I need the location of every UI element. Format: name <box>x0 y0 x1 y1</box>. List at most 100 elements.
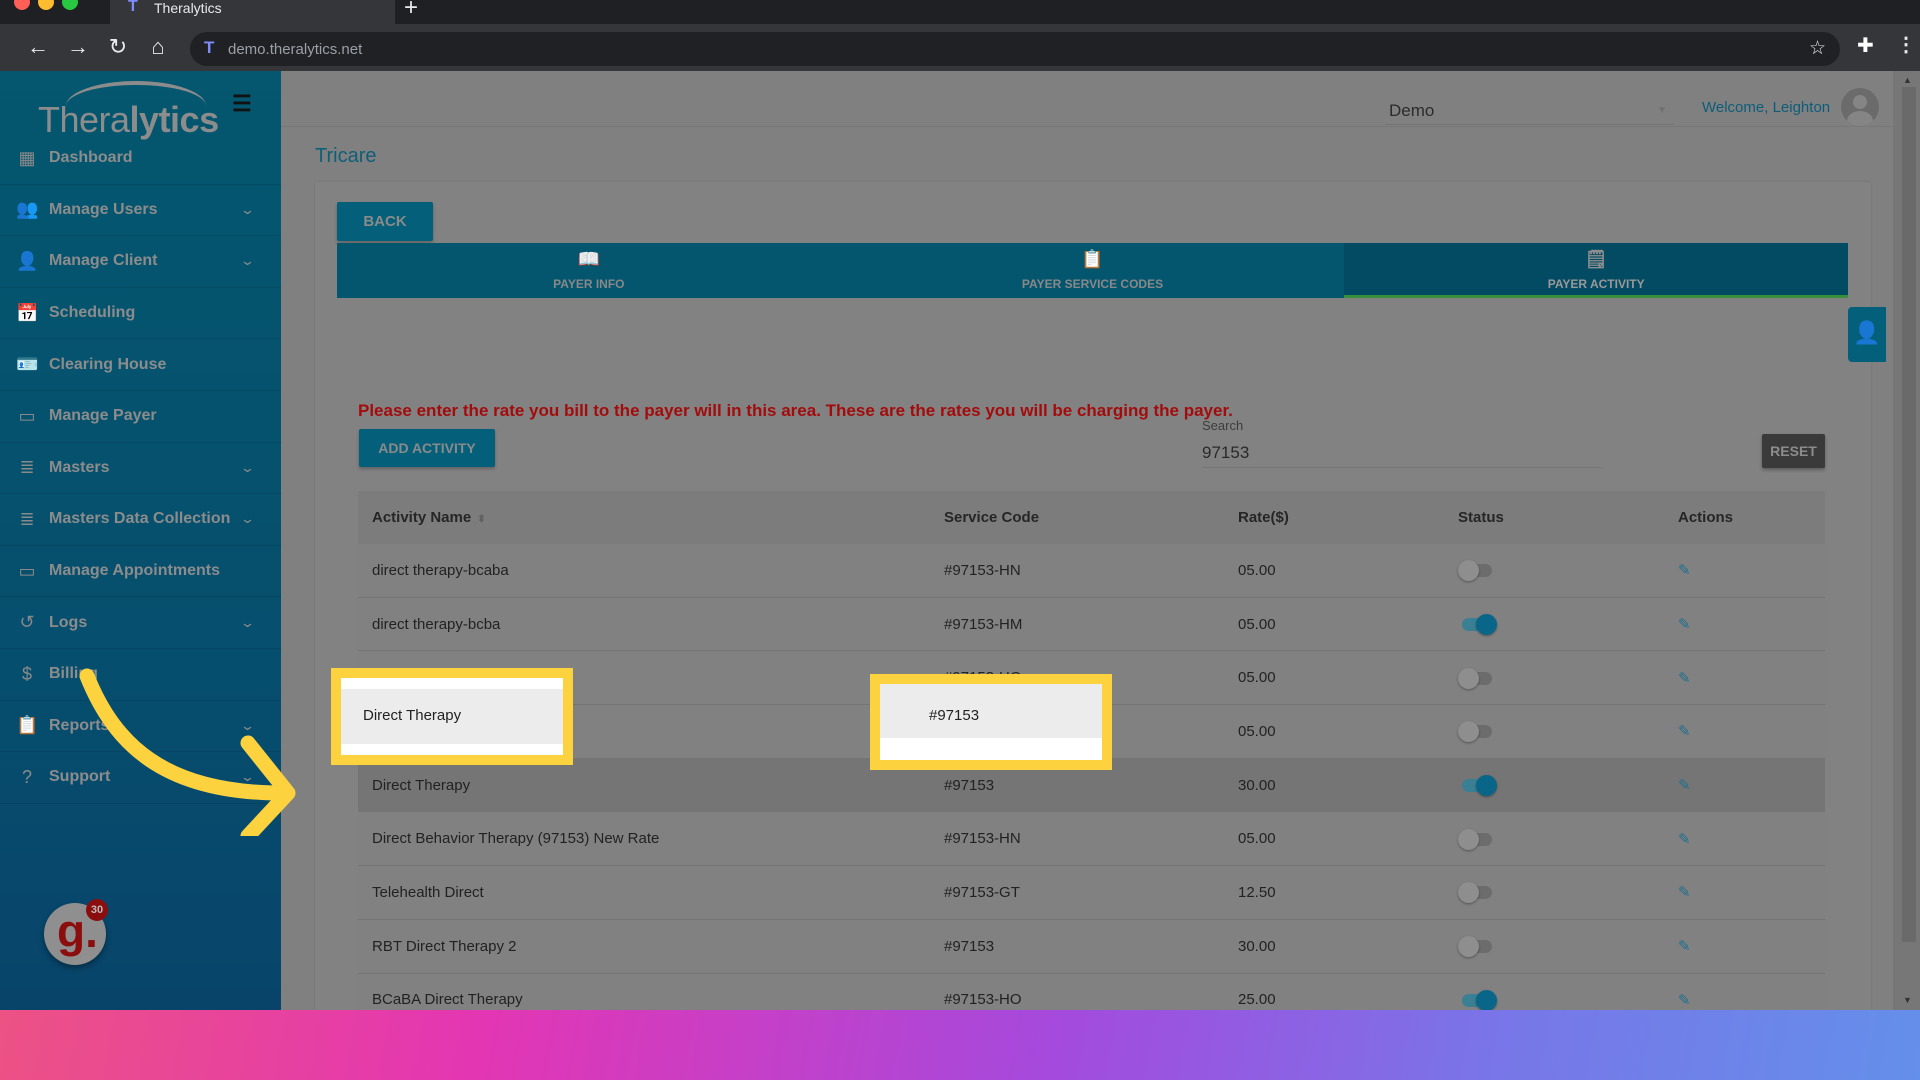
browser-tab[interactable]: T Theralytics <box>110 0 395 24</box>
cell-service-code: #97153 <box>944 776 995 794</box>
scrollbar-thumb[interactable] <box>1902 87 1916 942</box>
tenant-select-value: Demo <box>1389 101 1435 120</box>
bookmark-star-icon[interactable]: ☆ <box>1809 37 1826 60</box>
cell-activity-name: Telehealth Direct <box>372 883 484 901</box>
cell-activity-name: Direct Behavior Therapy (97153) New Rate <box>372 830 660 848</box>
edit-icon[interactable]: ✎ <box>1678 831 1691 848</box>
sidebar-item-label: Dashboard <box>49 149 133 167</box>
browser-tab-strip: T Theralytics + <box>0 0 1920 24</box>
user-avatar[interactable] <box>1841 88 1879 126</box>
sidebar-item-logs[interactable]: ↺ Logs ⌄ <box>0 597 281 649</box>
edit-icon[interactable]: ✎ <box>1678 992 1691 1009</box>
side-user-panel-button[interactable]: 👤 <box>1848 307 1886 362</box>
add-activity-button[interactable]: ADD ACTIVITY <box>359 429 495 467</box>
cell-rate: 05.00 <box>1238 830 1276 848</box>
forward-arrow-icon[interactable]: → <box>64 34 92 60</box>
database-icon: ≣ <box>19 508 35 529</box>
back-button[interactable]: BACK <box>337 202 433 241</box>
search-input[interactable] <box>1202 438 1602 468</box>
highlight-box-service-code: #97153 <box>870 674 1112 770</box>
new-tab-button[interactable]: + <box>404 0 418 22</box>
clipboard-icon: 📋 <box>16 715 39 736</box>
edit-icon[interactable]: ✎ <box>1678 723 1691 740</box>
cell-rate: 25.00 <box>1238 991 1276 1009</box>
app-viewport: Theralytics ☰ ▦ Dashboard 👥 Manage Users ⌄ … <box>0 71 1920 1010</box>
table-row: direct therapy-bcaba #97153-HN 05.00 ✎ <box>358 544 1825 598</box>
reload-icon[interactable]: ↻ <box>104 34 132 60</box>
sidebar-item-label: Masters <box>49 458 110 476</box>
status-toggle[interactable] <box>1458 934 1496 958</box>
sidebar-item-manage-client[interactable]: 👤 Manage Client ⌄ <box>0 236 281 288</box>
status-toggle[interactable] <box>1458 558 1496 582</box>
sidebar-item-masters-data-collection[interactable]: ≣ Masters Data Collection ⌄ <box>0 494 281 546</box>
sort-icon[interactable]: ⬍ <box>477 514 485 525</box>
scroll-up-arrow-icon[interactable]: ▲ <box>1903 75 1912 85</box>
sidebar-item-label: Scheduling <box>49 304 136 322</box>
decorative-gradient-footer <box>0 1010 1920 1080</box>
cell-activity-name: RBT Direct Therapy 2 <box>372 937 517 955</box>
edit-icon[interactable]: ✎ <box>1678 938 1691 955</box>
status-toggle[interactable] <box>1458 988 1497 1010</box>
payer-card: BACK 📖 PAYER INFO 📋 PAYER SERVICE CODES … <box>315 182 1871 1010</box>
edit-icon[interactable]: ✎ <box>1678 777 1691 794</box>
dollar-icon: $ <box>21 663 32 684</box>
address-bar[interactable]: T demo.theralytics.net ☆ <box>190 32 1840 66</box>
status-toggle[interactable] <box>1458 666 1496 690</box>
window-minimize-button[interactable] <box>38 0 54 10</box>
sidebar-item-manage-payer[interactable]: ▭ Manage Payer <box>0 391 281 443</box>
scroll-down-arrow-icon[interactable]: ▼ <box>1903 995 1912 1005</box>
table-body: direct therapy-bcaba #97153-HN 05.00 ✎ direc… <box>358 544 1825 1010</box>
status-toggle[interactable] <box>1458 612 1497 636</box>
column-header-activity-name[interactable]: Activity Name ⬍ <box>358 509 944 526</box>
sidebar-item-masters[interactable]: ≣ Masters ⌄ <box>0 443 281 495</box>
sidebar-item-manage-users[interactable]: 👥 Manage Users ⌄ <box>0 185 281 237</box>
favicon-icon: T <box>128 0 138 15</box>
status-toggle[interactable] <box>1458 773 1497 797</box>
cell-service-code: #97153-HM <box>944 615 1023 633</box>
reset-button[interactable]: RESET <box>1762 434 1825 468</box>
theralytics-logo[interactable]: Theralytics <box>38 79 228 141</box>
site-favicon-icon: T <box>204 38 215 57</box>
page-scrollbar[interactable]: ▲ ▼ <box>1893 71 1920 1010</box>
welcome-user-link[interactable]: Welcome, Leighton <box>1702 99 1830 116</box>
column-header-rate: Rate($) <box>1238 509 1289 526</box>
back-arrow-icon[interactable]: ← <box>24 34 52 60</box>
chevron-down-icon: ⌄ <box>239 459 256 475</box>
extensions-puzzle-icon[interactable]: ✚ <box>1857 33 1874 58</box>
tab-payer-info[interactable]: 📖 PAYER INFO <box>337 243 841 298</box>
browser-menu-icon[interactable]: ⋮ <box>1896 32 1916 57</box>
cell-activity-name: direct therapy-bcaba <box>372 561 509 579</box>
browser-toolbar: ← → ↻ ⌂ T demo.theralytics.net ☆ <box>0 24 1920 71</box>
dashboard-icon: ▦ <box>18 147 36 168</box>
tab-payer-activity[interactable]: 🗒 PAYER ACTIVITY <box>1344 243 1849 298</box>
home-icon[interactable]: ⌂ <box>144 34 172 60</box>
url-text[interactable]: demo.theralytics.net <box>228 41 362 58</box>
edit-icon[interactable]: ✎ <box>1678 884 1691 901</box>
cell-rate: 05.00 <box>1238 669 1276 687</box>
window-close-button[interactable] <box>14 0 30 10</box>
status-toggle[interactable] <box>1458 719 1496 743</box>
appointments-icon: ▭ <box>18 560 36 581</box>
table-row: Telehealth Direct #97153-GT 12.50 ✎ <box>358 866 1825 920</box>
status-toggle[interactable] <box>1458 827 1496 851</box>
edit-icon[interactable]: ✎ <box>1678 616 1691 633</box>
tenant-select[interactable]: Demo ▼ <box>1385 101 1675 125</box>
sidebar-item-label: Manage Client <box>49 252 158 270</box>
cell-service-code: #97153-GT <box>944 883 1020 901</box>
tab-payer-service-codes[interactable]: 📋 PAYER SERVICE CODES <box>841 243 1345 298</box>
cell-rate: 05.00 <box>1238 561 1276 579</box>
edit-icon[interactable]: ✎ <box>1678 670 1691 687</box>
top-header: Demo ▼ Welcome, Leighton <box>281 71 1893 127</box>
history-icon: ↺ <box>19 612 35 633</box>
sidebar-item-clearing-house[interactable]: 🪪 Clearing House <box>0 339 281 391</box>
sidebar-item-dashboard[interactable]: ▦ Dashboard <box>0 133 281 185</box>
cell-rate: 30.00 <box>1238 937 1276 955</box>
guide-widget-button[interactable]: g. 30 <box>44 899 108 965</box>
sidebar-item-manage-appointments[interactable]: ▭ Manage Appointments <box>0 546 281 598</box>
edit-icon[interactable]: ✎ <box>1678 562 1691 579</box>
sidebar-collapse-icon[interactable]: ☰ <box>232 91 252 117</box>
status-toggle[interactable] <box>1458 880 1496 904</box>
id-card-icon: 🪪 <box>16 354 39 375</box>
sidebar-item-scheduling[interactable]: 📅 Scheduling <box>0 288 281 340</box>
window-maximize-button[interactable] <box>62 0 78 10</box>
